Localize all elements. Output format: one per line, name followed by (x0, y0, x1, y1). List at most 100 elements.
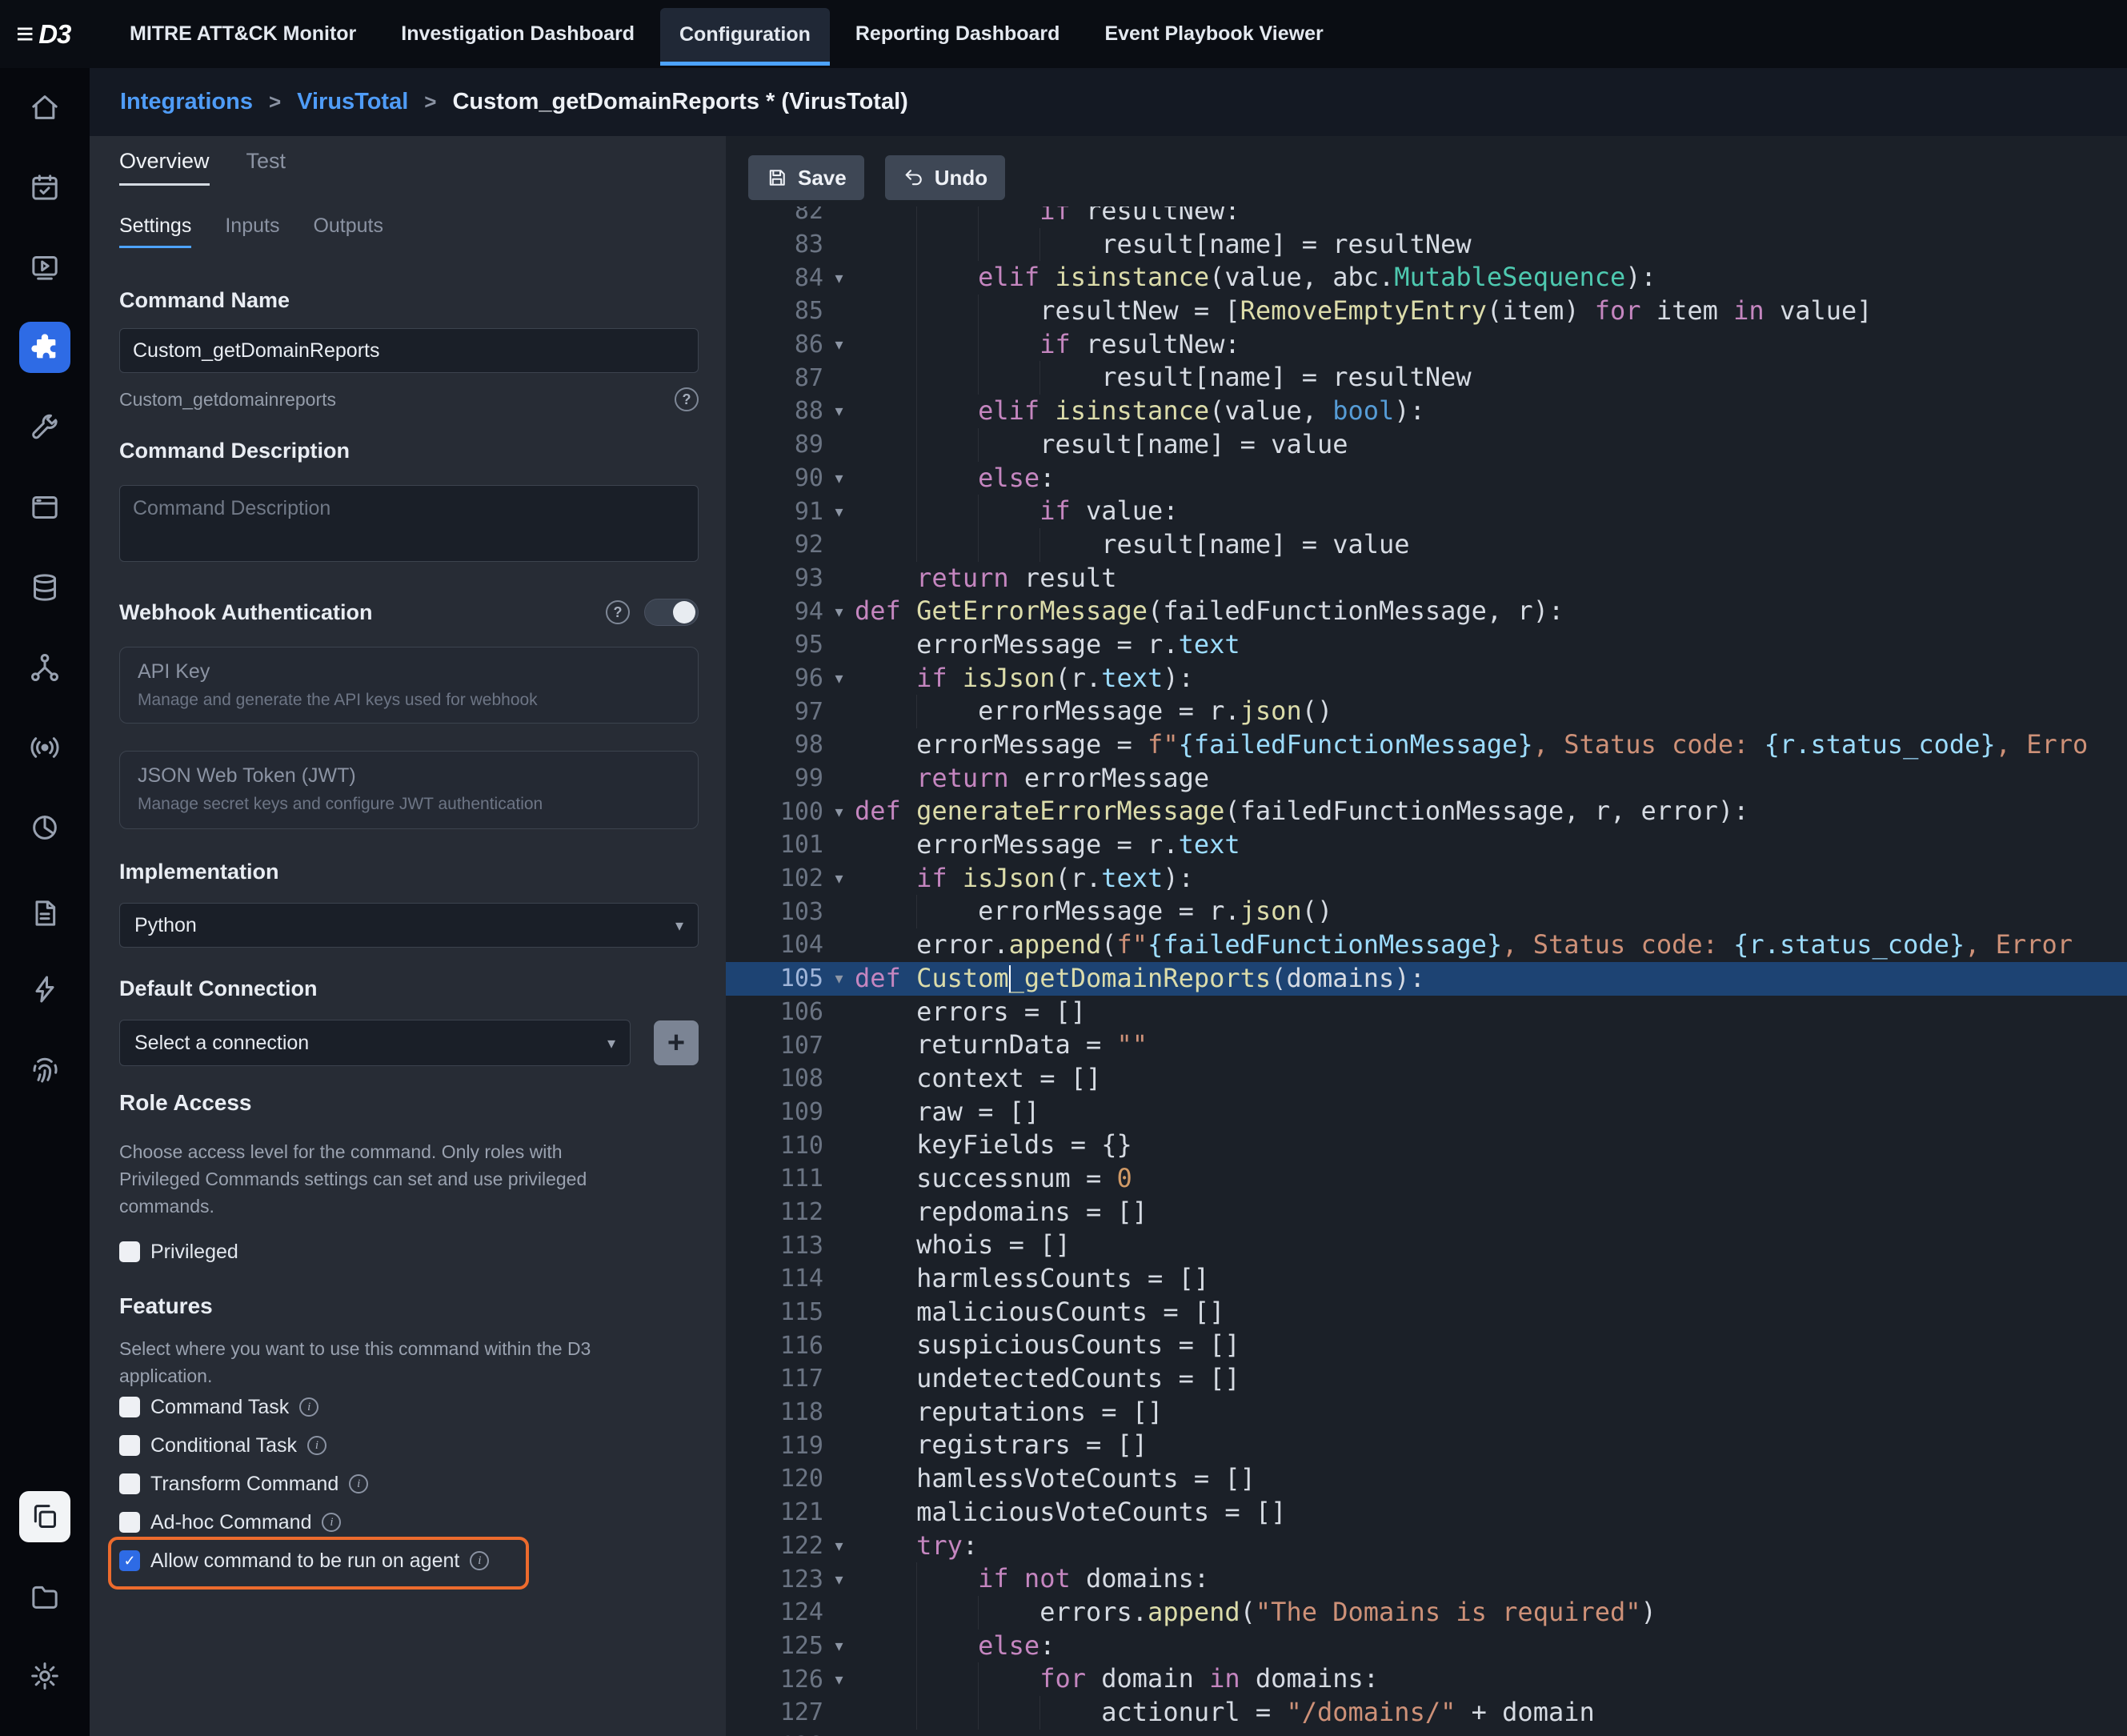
video-player-icon[interactable] (19, 242, 70, 293)
code-line[interactable]: 117 undetectedCounts = [] (726, 1362, 2127, 1396)
code-line[interactable]: 127 actionurl = "/domains/" + domain (726, 1696, 2127, 1730)
d3-logo[interactable]: ≡ D3 (0, 19, 90, 50)
code-line[interactable]: 118 reputations = [] (726, 1396, 2127, 1429)
code-line[interactable]: 110 keyFields = {} (726, 1129, 2127, 1162)
save-button[interactable]: Save (748, 155, 864, 200)
nav-item-investigation-dashboard[interactable]: Investigation Dashboard (382, 0, 654, 68)
code-line[interactable]: 88▾ elif isinstance(value, bool): (726, 395, 2127, 428)
fold-arrow-icon[interactable]: ▾ (823, 502, 855, 522)
settings-gear-icon[interactable] (19, 1650, 70, 1702)
fold-arrow-icon[interactable]: ▾ (823, 1570, 855, 1590)
code-line[interactable]: 124 errors.append("The Domains is requir… (726, 1596, 2127, 1630)
folder-icon[interactable] (19, 1571, 70, 1622)
fold-arrow-icon[interactable]: ▾ (823, 602, 855, 622)
code-line[interactable]: 84▾ elif isinstance(value, abc.MutableSe… (726, 261, 2127, 295)
code-line[interactable]: 95 errorMessage = r.text (726, 628, 2127, 662)
code-line[interactable]: 125▾ else: (726, 1630, 2127, 1663)
lightning-icon[interactable] (19, 964, 70, 1015)
app-window-icon[interactable] (19, 482, 70, 533)
copy-icon[interactable] (19, 1491, 70, 1542)
checkbox[interactable] (119, 1512, 140, 1533)
code-line[interactable]: 91▾ if value: (726, 495, 2127, 528)
fold-arrow-icon[interactable]: ▾ (823, 268, 855, 288)
code-line[interactable]: 105▾def Custom_getDomainReports(domains)… (726, 962, 2127, 996)
integrations-puzzle-icon[interactable] (19, 322, 70, 373)
pie-chart-icon[interactable] (19, 802, 70, 853)
command-description-input[interactable] (119, 485, 699, 562)
code-line[interactable]: 86▾ if resultNew: (726, 328, 2127, 362)
code-line[interactable]: 120 hamlessVoteCounts = [] (726, 1462, 2127, 1496)
code-line[interactable]: 82 if resultNew: (726, 206, 2127, 228)
help-icon[interactable]: ? (675, 387, 699, 411)
code-line[interactable]: 109 raw = [] (726, 1096, 2127, 1129)
fold-arrow-icon[interactable]: ▾ (823, 468, 855, 488)
checkbox[interactable] (119, 1473, 140, 1494)
code-line[interactable]: 97 errorMessage = r.json() (726, 695, 2127, 728)
code-line[interactable]: 93 return result (726, 562, 2127, 595)
code-line[interactable]: 123▾ if not domains: (726, 1562, 2127, 1596)
code-line[interactable]: 87 result[name] = resultNew (726, 361, 2127, 395)
code-line[interactable]: 85 resultNew = [RemoveEmptyEntry(item) f… (726, 295, 2127, 328)
code-line[interactable]: 98 errorMessage = f"{failedFunctionMessa… (726, 728, 2127, 762)
code-line[interactable]: 104 error.append(f"{failedFunctionMessag… (726, 928, 2127, 962)
code-line[interactable]: 103 errorMessage = r.json() (726, 895, 2127, 928)
fold-arrow-icon[interactable]: ▾ (823, 968, 855, 988)
code-line[interactable]: 116 suspiciousCounts = [] (726, 1329, 2127, 1362)
nav-item-event-playbook-viewer[interactable]: Event Playbook Viewer (1085, 0, 1342, 68)
connection-select[interactable]: Select a connection ▾ (119, 1020, 631, 1066)
code-line[interactable]: 121 maliciousVoteCounts = [] (726, 1496, 2127, 1530)
broadcast-icon[interactable] (19, 722, 70, 773)
code-line[interactable]: 108 context = [] (726, 1062, 2127, 1096)
subtab-inputs[interactable]: Inputs (225, 214, 279, 248)
code-line[interactable]: 94▾def GetErrorMessage(failedFunctionMes… (726, 595, 2127, 628)
fold-arrow-icon[interactable]: ▾ (823, 802, 855, 822)
code-line[interactable]: 90▾ else: (726, 462, 2127, 495)
code-line[interactable]: 83 result[name] = resultNew (726, 228, 2127, 262)
breadcrumb-item-virustotal[interactable]: VirusTotal (297, 89, 408, 115)
info-icon[interactable]: i (307, 1436, 326, 1455)
implementation-select[interactable]: Python ▾ (119, 903, 699, 948)
subtab-outputs[interactable]: Outputs (313, 214, 383, 248)
code-line[interactable]: 100▾def generateErrorMessage(failedFunct… (726, 795, 2127, 828)
code-line[interactable]: 102▾ if isJson(r.text): (726, 862, 2127, 896)
code-line[interactable]: 89 result[name] = value (726, 428, 2127, 462)
add-connection-button[interactable]: + (654, 1020, 699, 1065)
fingerprint-icon[interactable] (19, 1044, 70, 1095)
undo-button[interactable]: Undo (885, 155, 1005, 200)
code-line[interactable]: 111 successnum = 0 (726, 1162, 2127, 1196)
fold-arrow-icon[interactable]: ▾ (823, 335, 855, 355)
code-line[interactable]: 126▾ for domain in domains: (726, 1662, 2127, 1696)
code-line[interactable]: 122▾ try: (726, 1530, 2127, 1563)
report-doc-icon[interactable] (19, 888, 70, 939)
privileged-checkbox[interactable] (119, 1241, 140, 1262)
code-line[interactable]: 106 errors = [] (726, 996, 2127, 1029)
checkbox[interactable] (119, 1435, 140, 1456)
subtab-settings[interactable]: Settings (119, 214, 191, 248)
code-line[interactable]: 128 (726, 1730, 2127, 1736)
code-line[interactable]: 107 returnData = "" (726, 1028, 2127, 1062)
network-flow-icon[interactable] (19, 642, 70, 693)
info-icon[interactable]: i (322, 1513, 341, 1532)
info-icon[interactable]: i (470, 1551, 489, 1570)
checkbox-checked[interactable]: ✓ (119, 1550, 140, 1571)
breadcrumb-item-integrations[interactable]: Integrations (120, 89, 253, 115)
code-line[interactable]: 113 whois = [] (726, 1229, 2127, 1262)
tab-overview[interactable]: Overview (119, 149, 210, 186)
nav-item-configuration[interactable]: Configuration (660, 8, 830, 66)
code-line[interactable]: 101 errorMessage = r.text (726, 828, 2127, 862)
help-icon[interactable]: ? (606, 600, 630, 624)
nav-item-mitre-att-ck-monitor[interactable]: MITRE ATT&CK Monitor (110, 0, 375, 68)
code-line[interactable]: 92 result[name] = value (726, 528, 2127, 562)
tab-test[interactable]: Test (246, 149, 286, 186)
fold-arrow-icon[interactable]: ▾ (823, 1636, 855, 1656)
fold-arrow-icon[interactable]: ▾ (823, 668, 855, 688)
nav-item-reporting-dashboard[interactable]: Reporting Dashboard (836, 0, 1080, 68)
fold-arrow-icon[interactable]: ▾ (823, 1670, 855, 1690)
code-line[interactable]: 114 harmlessCounts = [] (726, 1262, 2127, 1296)
webhook-toggle[interactable] (644, 599, 699, 626)
fold-arrow-icon[interactable]: ▾ (823, 401, 855, 421)
database-icon[interactable] (19, 562, 70, 613)
code-line[interactable]: 112 repdomains = [] (726, 1196, 2127, 1229)
code-line[interactable]: 96▾ if isJson(r.text): (726, 662, 2127, 696)
home-icon[interactable] (19, 82, 70, 133)
